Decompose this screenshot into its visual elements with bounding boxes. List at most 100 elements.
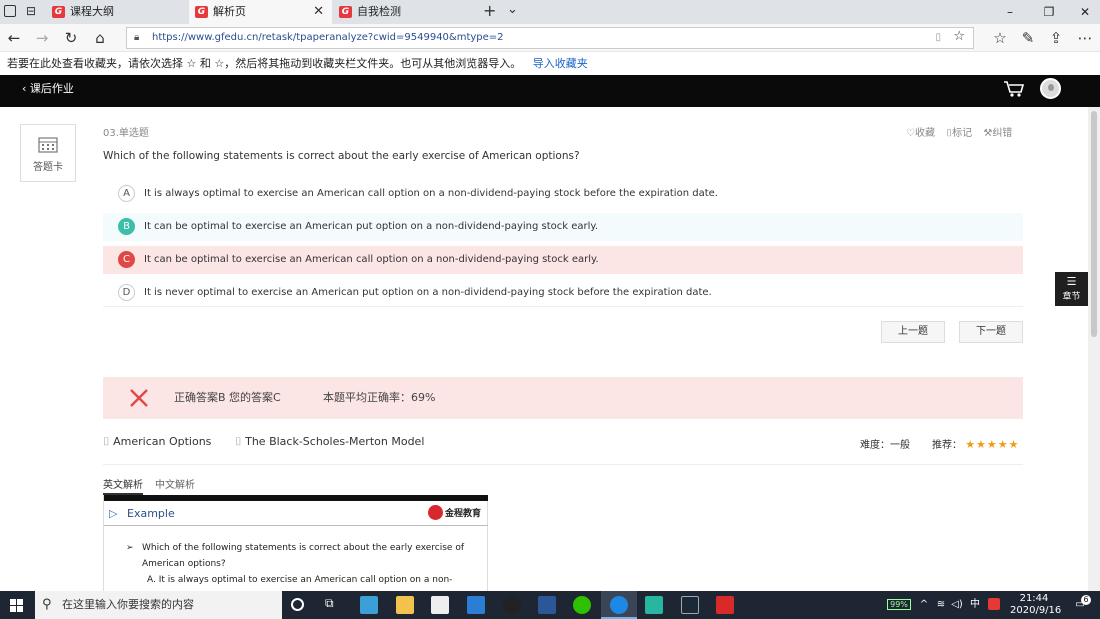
slide-chevron-icon: ▷ — [109, 507, 118, 520]
option-letter: A — [118, 185, 135, 202]
word-icon[interactable] — [538, 596, 556, 614]
report-error-action[interactable]: ⚒纠错 — [983, 128, 1012, 139]
steam-icon[interactable] — [681, 596, 699, 614]
edge-browser-icon[interactable] — [610, 596, 628, 614]
chevron-up-icon[interactable]: ^ — [917, 591, 931, 619]
recommend-rating: 推荐： ★★★★★ — [932, 438, 1020, 451]
difficulty-label: 难度：一般 — [860, 440, 910, 451]
reading-view-icon[interactable]: ▯ — [935, 28, 941, 48]
network-icon[interactable]: ≋ — [934, 591, 948, 619]
tab-chinese-analysis[interactable]: 中文解析 — [155, 476, 195, 491]
result-bar: 正确答案B 您的答案C 本题平均正确率：69% — [103, 377, 1023, 419]
chevron-left-icon: ‹ — [22, 82, 27, 95]
app-icon-red[interactable] — [716, 596, 734, 614]
microsoft-store-icon[interactable] — [431, 596, 449, 614]
answer-card-label: 答题卡 — [33, 162, 63, 173]
scrollbar-thumb[interactable] — [1091, 111, 1097, 337]
tab-analysis-page[interactable]: G 解析页 ✕ — [189, 0, 332, 24]
next-question-button[interactable]: 下一题 — [959, 321, 1023, 343]
knowledge-tag[interactable]: ⌷ American Options — [103, 435, 211, 449]
answer-card-icon — [38, 137, 58, 153]
question-number: 03.单选题 — [103, 128, 149, 139]
tab-self-test[interactable]: G 自我检测 — [333, 0, 475, 24]
favorites-bar-hint: 若要在此处查看收藏夹，请依次选择 ☆ 和 ☆，然后将其拖动到收藏夹栏文件夹。也可… — [0, 53, 1100, 75]
home-icon[interactable]: ⌂ — [86, 24, 114, 52]
wechat-icon[interactable] — [573, 596, 591, 614]
slide-divider — [104, 525, 488, 526]
mark-action[interactable]: ⌷标记 — [946, 128, 972, 139]
favorite-action[interactable]: ♡收藏 — [906, 128, 935, 139]
option-d[interactable]: D It is never optimal to exercise an Ame… — [103, 279, 1023, 307]
cortana-icon[interactable] — [291, 598, 304, 611]
option-letter: B — [118, 218, 135, 235]
slide-question-line: American options? — [142, 559, 226, 569]
option-b[interactable]: B It can be optimal to exercise an Ameri… — [103, 213, 1023, 241]
maximize-button[interactable]: ❐ — [1031, 0, 1067, 24]
site-header: ‹ 课后作业 — [0, 75, 1100, 107]
divider — [103, 464, 1023, 465]
tab-menu-icon[interactable]: ⌄ — [507, 2, 518, 17]
tab-course-outline[interactable]: G 课程大纲 — [46, 0, 188, 24]
favorite-star-icon[interactable]: ☆ — [953, 27, 965, 47]
minimize-button[interactable]: – — [992, 0, 1028, 24]
more-menu-icon[interactable]: ⋯ — [1071, 24, 1099, 52]
battery-indicator[interactable]: 99% — [882, 591, 916, 619]
favorites-hub-icon[interactable]: ☆ — [986, 24, 1014, 52]
question-actions: ♡收藏 ⌷标记 ⚒纠错 — [906, 124, 1012, 139]
answer-card-button[interactable]: 答题卡 — [20, 124, 76, 182]
windows-taskbar: ⚲ 在这里输入你要搜索的内容 ⧉ 99% ^ ≋ ◁) 中 21:44 2020… — [0, 591, 1100, 619]
main-content: 答题卡 03.单选题 ♡收藏 ⌷标记 ⚒纠错 Which of the foll… — [0, 107, 1088, 591]
share-icon[interactable]: ⇪ — [1042, 24, 1070, 52]
app-icon-store-game[interactable] — [360, 596, 378, 614]
refresh-icon[interactable]: ↻ — [57, 24, 85, 52]
mail-icon[interactable] — [467, 596, 485, 614]
taskbar-search-input[interactable]: ⚲ 在这里输入你要搜索的内容 — [35, 591, 282, 619]
qq-icon[interactable] — [503, 596, 521, 614]
file-explorer-icon[interactable] — [396, 596, 414, 614]
slide-bullet-icon: ➢ — [126, 543, 134, 553]
back-to-homework-link[interactable]: ‹ 课后作业 — [22, 75, 74, 103]
tab-label: 课程大纲 — [70, 5, 114, 18]
sogou-input-icon[interactable] — [987, 591, 1001, 619]
close-tab-icon[interactable]: ✕ — [313, 0, 324, 24]
windows-start-icon[interactable] — [10, 599, 23, 612]
page-scrollbar[interactable] — [1088, 107, 1100, 591]
volume-icon[interactable]: ◁) — [950, 591, 964, 619]
set-aside-tabs-icon[interactable]: ⊟ — [26, 4, 36, 18]
option-c[interactable]: C It can be optimal to exercise an Ameri… — [103, 246, 1023, 274]
slide-question-line: Which of the following statements is cor… — [142, 543, 464, 553]
close-window-button[interactable]: ✕ — [1067, 0, 1100, 24]
pen-notes-icon[interactable]: ✎ — [1014, 24, 1042, 52]
app-icon-green[interactable] — [645, 596, 663, 614]
tab-english-analysis[interactable]: 英文解析 — [103, 476, 143, 495]
star-rating: ★★★★★ — [965, 438, 1020, 451]
back-arrow-icon[interactable]: ← — [0, 24, 28, 52]
shopping-cart-icon[interactable] — [1003, 80, 1025, 98]
address-bar[interactable]: 🔒︎ https://www.gfedu.cn/retask/tpaperana… — [126, 27, 974, 49]
forward-arrow-icon[interactable]: → — [28, 24, 56, 52]
avatar[interactable] — [1040, 78, 1061, 99]
new-tab-button[interactable]: + — [483, 1, 496, 20]
answer-comparison: 正确答案B 您的答案C — [174, 391, 281, 404]
option-text: It is always optimal to exercise an Amer… — [144, 188, 718, 199]
clock[interactable]: 21:44 2020/9/16 — [1010, 591, 1061, 619]
option-letter: D — [118, 284, 135, 301]
menu-icon: ☰ — [1066, 275, 1077, 288]
url-text: https://www.gfedu.cn/retask/tpaperanalyz… — [152, 32, 504, 43]
notification-center-icon[interactable]: ▭ 6 — [1071, 591, 1091, 619]
ime-indicator[interactable]: 中 — [967, 591, 983, 619]
import-favorites-link[interactable]: 导入收藏夹 — [533, 57, 588, 70]
bookmark-icon: ⌷ — [103, 435, 114, 448]
chapter-tab[interactable]: ☰ 章节 — [1055, 272, 1088, 306]
heart-icon: ♡ — [906, 128, 915, 139]
tab-label: 解析页 — [213, 5, 246, 18]
tab-actions-icon[interactable] — [4, 5, 16, 17]
knowledge-tag[interactable]: ⌷ The Black-Scholes-Merton Model — [235, 435, 424, 449]
task-view-icon[interactable]: ⧉ — [325, 596, 334, 611]
prev-question-button[interactable]: 上一题 — [881, 321, 945, 343]
search-icon: ⚲ — [42, 597, 52, 612]
option-text: It can be optimal to exercise an America… — [144, 221, 599, 232]
tab-label: 自我检测 — [357, 5, 401, 18]
option-text: It is never optimal to exercise an Ameri… — [144, 287, 712, 298]
option-a[interactable]: A It is always optimal to exercise an Am… — [103, 180, 1023, 208]
